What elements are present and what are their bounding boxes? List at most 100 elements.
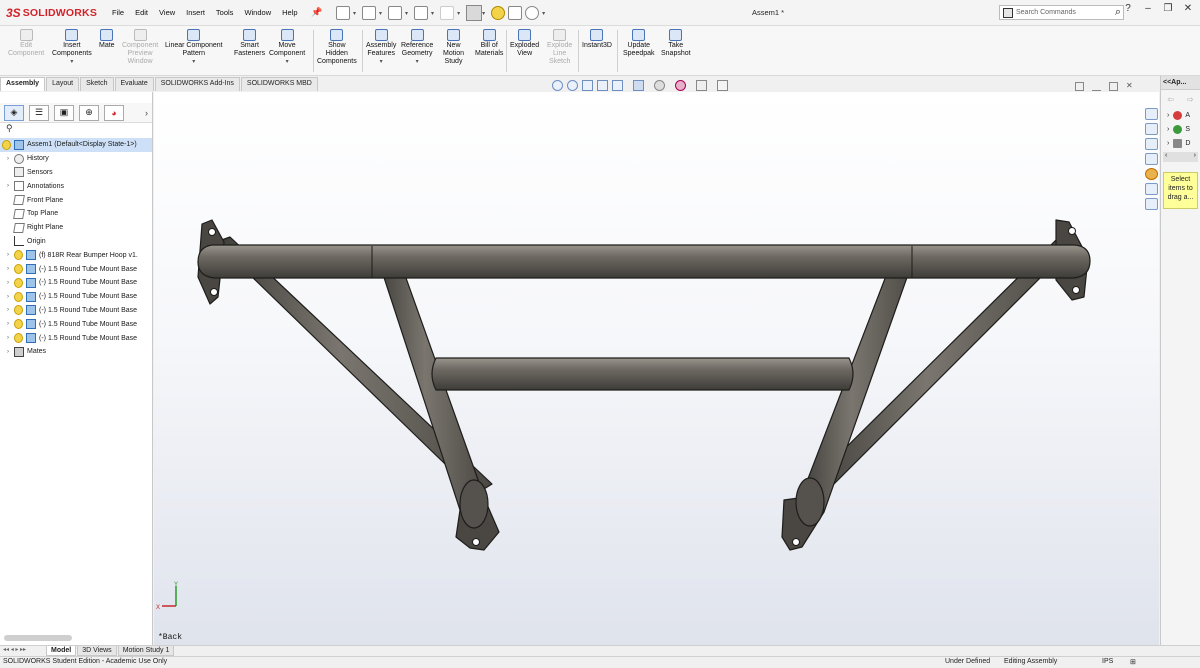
instant3d-button[interactable]: Instant3D (582, 29, 612, 50)
decals-folder[interactable]: › D (1161, 136, 1200, 150)
tree-item[interactable]: › (-) 1.5 Round Tube Mount Base (0, 331, 152, 345)
exploded-view-button[interactable]: Exploded View (510, 29, 539, 58)
tab-motion-study[interactable]: Motion Study 1 (117, 646, 175, 656)
chevron-down-icon[interactable]: ▾ (70, 58, 73, 66)
menu-help[interactable]: Help (282, 8, 297, 17)
tree-item[interactable]: Sensors (0, 166, 152, 180)
tree-item[interactable]: › (f) 818R Rear Bumper Hoop v1. (0, 248, 152, 262)
search-input[interactable]: Search Commands (1016, 9, 1115, 16)
menu-file[interactable]: File (112, 8, 124, 17)
dimxpert-manager-tab-icon[interactable]: ⊕ (79, 104, 99, 121)
tree-item[interactable]: Front Plane (0, 193, 152, 207)
pin-menu-icon[interactable]: 📌 (311, 7, 322, 18)
display-manager-tab-icon[interactable]: ◕ (104, 104, 124, 121)
tab-layout[interactable]: Layout (46, 77, 80, 91)
update-speedpak-button[interactable]: Update Speedpak (623, 29, 655, 58)
tree-item[interactable]: Right Plane (0, 221, 152, 235)
component-preview-button[interactable]: Component Preview Window (122, 29, 158, 66)
expand-arrow-icon[interactable]: › (4, 294, 12, 300)
section-view-icon[interactable] (597, 80, 608, 91)
zoom-to-fit-icon[interactable] (552, 80, 563, 91)
mate-button[interactable]: Mate (99, 29, 115, 50)
move-component-button[interactable]: Move Component ▾ (269, 29, 305, 66)
linear-pattern-button[interactable]: Linear Component Pattern ▾ (165, 29, 223, 66)
bill-of-materials-button[interactable]: Bill of Materials (475, 29, 503, 58)
expand-arrow-icon[interactable]: › (4, 335, 12, 341)
graphics-area[interactable]: Y X *Back (154, 92, 1159, 645)
tree-horizontal-scrollbar[interactable] (4, 635, 72, 641)
chevron-down-icon[interactable]: ▾ (192, 58, 195, 66)
chevron-down-icon[interactable]: ▾ (286, 58, 289, 66)
expand-arrow-icon[interactable]: › (4, 156, 12, 162)
display-style-icon[interactable] (633, 80, 644, 91)
feature-manager-tab-icon[interactable]: ◈ (4, 104, 24, 121)
tree-item[interactable]: › Annotations (0, 179, 152, 193)
restore-icon[interactable]: ❐ (1158, 3, 1178, 14)
menu-window[interactable]: Window (244, 8, 271, 17)
filter-icon[interactable]: ⚲ (0, 123, 152, 137)
design-library-icon[interactable] (1144, 123, 1158, 135)
reference-geometry-button[interactable]: Reference Geometry ▾ (401, 29, 433, 66)
save-icon[interactable] (388, 6, 403, 20)
scenes-folder[interactable]: › S (1161, 122, 1200, 136)
previous-view-icon[interactable] (582, 80, 593, 91)
tree-root-assembly[interactable]: Assem1 (Default<Display State-1>) (0, 138, 152, 152)
viewport-minimize-icon[interactable] (1092, 82, 1101, 91)
expand-arrow-icon[interactable]: › (4, 183, 12, 189)
open-dropdown-icon[interactable]: ▾ (379, 10, 382, 17)
rebuild-status-icon[interactable]: ⊞ (1130, 658, 1136, 666)
expand-arrow-icon[interactable]: › (4, 266, 12, 272)
help-icon[interactable]: ? (1118, 3, 1138, 14)
zoom-to-area-icon[interactable] (567, 80, 578, 91)
print-dropdown-icon[interactable]: ▾ (431, 10, 434, 17)
tree-item[interactable]: Origin (0, 235, 152, 249)
show-hidden-button[interactable]: Show Hidden Components (317, 29, 357, 66)
forum-icon[interactable] (1144, 198, 1158, 210)
tree-item[interactable]: › (-) 1.5 Round Tube Mount Base (0, 317, 152, 331)
tab-assembly[interactable]: Assembly (0, 77, 46, 91)
back-arrow-icon[interactable]: ⇦ (1167, 95, 1174, 104)
view-settings-icon[interactable] (717, 80, 728, 91)
hide-show-items-icon[interactable] (654, 80, 665, 91)
select-dropdown-icon[interactable]: ▾ (482, 10, 485, 17)
expand-arrow-icon[interactable]: › (4, 252, 12, 258)
tree-item[interactable]: › (-) 1.5 Round Tube Mount Base (0, 304, 152, 318)
viewport-restore-icon[interactable] (1075, 82, 1084, 91)
custom-properties-icon[interactable] (1144, 183, 1158, 195)
tree-item[interactable]: › History (0, 152, 152, 166)
rebuild-icon[interactable] (491, 6, 506, 20)
tab-model[interactable]: Model (46, 646, 77, 656)
new-document-icon[interactable] (336, 6, 350, 20)
search-scope-icon[interactable] (1003, 7, 1013, 18)
scroll-left-icon[interactable]: ‹ (1165, 152, 1167, 162)
forward-arrow-icon[interactable]: ⇨ (1187, 95, 1194, 104)
home-icon[interactable] (1144, 108, 1158, 120)
expand-arrow-icon[interactable]: › (4, 321, 12, 327)
apply-scene-icon[interactable] (696, 80, 707, 91)
appearances-icon[interactable] (1144, 168, 1158, 180)
status-units[interactable]: IPS (1102, 658, 1113, 665)
tab-addins[interactable]: SOLIDWORKS Add-Ins (154, 77, 240, 91)
options-dropdown-icon[interactable]: ▾ (542, 10, 545, 17)
tab-scroll-arrows-icon[interactable]: ◂◂ ◂ ▸ ▸▸ (3, 646, 26, 653)
solidworks-logo[interactable]: 3S SOLIDWORKS (6, 5, 97, 21)
tab-3d-views[interactable]: 3D Views (77, 646, 117, 656)
close-icon[interactable]: ✕ (1178, 3, 1198, 14)
select-cursor-icon[interactable] (466, 5, 483, 21)
view-palette-icon[interactable] (1144, 153, 1158, 165)
chevron-down-icon[interactable]: ▾ (416, 58, 419, 66)
undo-icon[interactable] (440, 6, 455, 20)
chevron-down-icon[interactable]: ▾ (380, 58, 383, 66)
task-pane-scrollbar[interactable]: ‹ › (1163, 152, 1198, 162)
viewport-close-icon[interactable]: ✕ (1126, 82, 1135, 91)
menu-insert[interactable]: Insert (186, 8, 205, 17)
property-manager-tab-icon[interactable]: ☰ (29, 104, 49, 121)
options-gear-icon[interactable] (525, 6, 540, 20)
chevron-right-icon[interactable]: › (145, 108, 148, 118)
tree-item[interactable]: Top Plane (0, 207, 152, 221)
insert-components-button[interactable]: Insert Components ▾ (52, 29, 92, 66)
open-document-icon[interactable] (362, 6, 377, 20)
assembly-features-button[interactable]: Assembly Features ▾ (366, 29, 396, 66)
search-commands[interactable]: Search Commands ⌕ (999, 5, 1124, 20)
expand-arrow-icon[interactable]: › (4, 280, 12, 286)
